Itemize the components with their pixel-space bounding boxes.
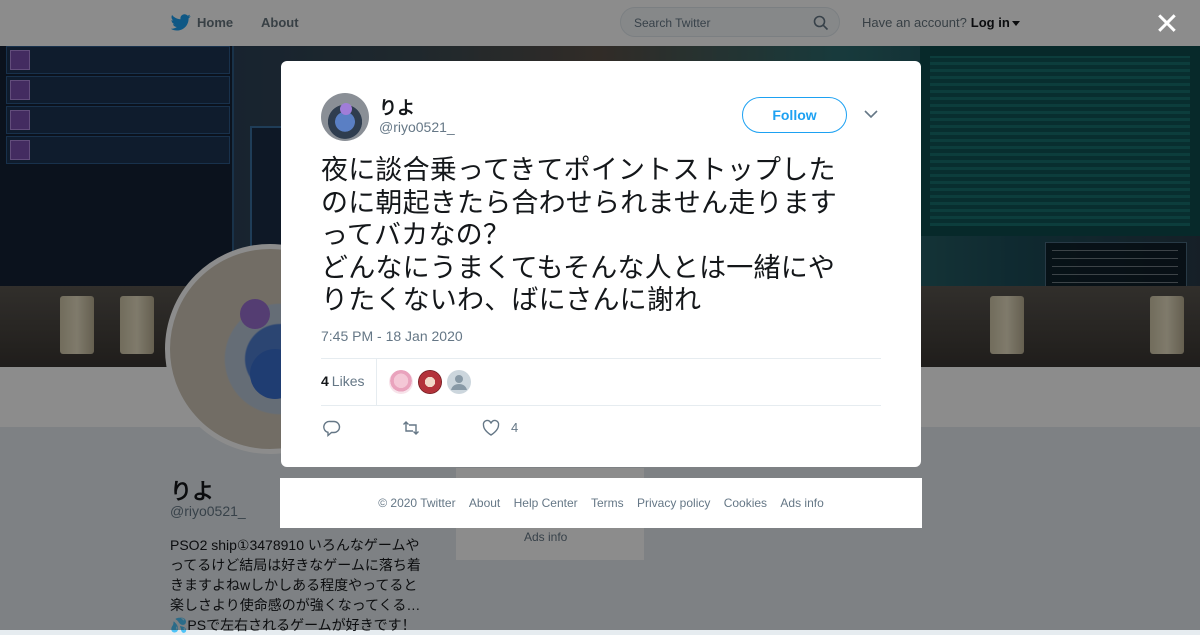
footer-copyright: © 2020 Twitter	[378, 496, 456, 510]
stats-separator	[376, 359, 377, 405]
author-avatar[interactable]	[321, 93, 369, 141]
modal-footer-links: © 2020 Twitter About Help Center Terms P…	[280, 478, 922, 528]
user-placeholder-icon	[451, 375, 467, 390]
likes-stat[interactable]: 4 Likes	[321, 373, 364, 389]
footer-privacy-link[interactable]: Privacy policy	[637, 496, 710, 510]
tweet-text: 夜に談合乗ってきてポイントストップした のに朝起きたら合わせられません走ります …	[321, 155, 837, 315]
footer-help-link[interactable]: Help Center	[514, 496, 578, 510]
footer-cookies-link[interactable]: Cookies	[724, 496, 767, 510]
like-heart-icon[interactable]	[482, 419, 500, 437]
likes-label: Likes	[331, 373, 365, 389]
close-icon[interactable]: ✕	[1154, 10, 1180, 40]
liker-avatar[interactable]	[389, 370, 413, 394]
chevron-down-icon[interactable]	[864, 109, 878, 119]
retweet-icon[interactable]	[402, 419, 420, 437]
likes-count: 4	[321, 373, 329, 389]
follow-button[interactable]: Follow	[742, 97, 847, 133]
footer-terms-link[interactable]: Terms	[591, 496, 624, 510]
divider	[321, 405, 881, 406]
liker-avatar-default[interactable]	[447, 370, 471, 394]
liker-avatar[interactable]	[418, 370, 442, 394]
reply-icon[interactable]	[323, 419, 341, 437]
footer-about-link[interactable]: About	[469, 496, 500, 510]
author-name[interactable]: りよ	[379, 94, 415, 120]
like-action-count: 4	[511, 420, 519, 435]
tweet-modal: りよ @riyo0521_ Follow 夜に談合乗ってきてポイントストップした…	[281, 61, 921, 467]
divider	[321, 358, 881, 359]
footer-ads-link[interactable]: Ads info	[780, 496, 823, 510]
tweet-timestamp[interactable]: 7:45 PM - 18 Jan 2020	[321, 328, 463, 344]
author-handle[interactable]: @riyo0521_	[379, 119, 455, 135]
